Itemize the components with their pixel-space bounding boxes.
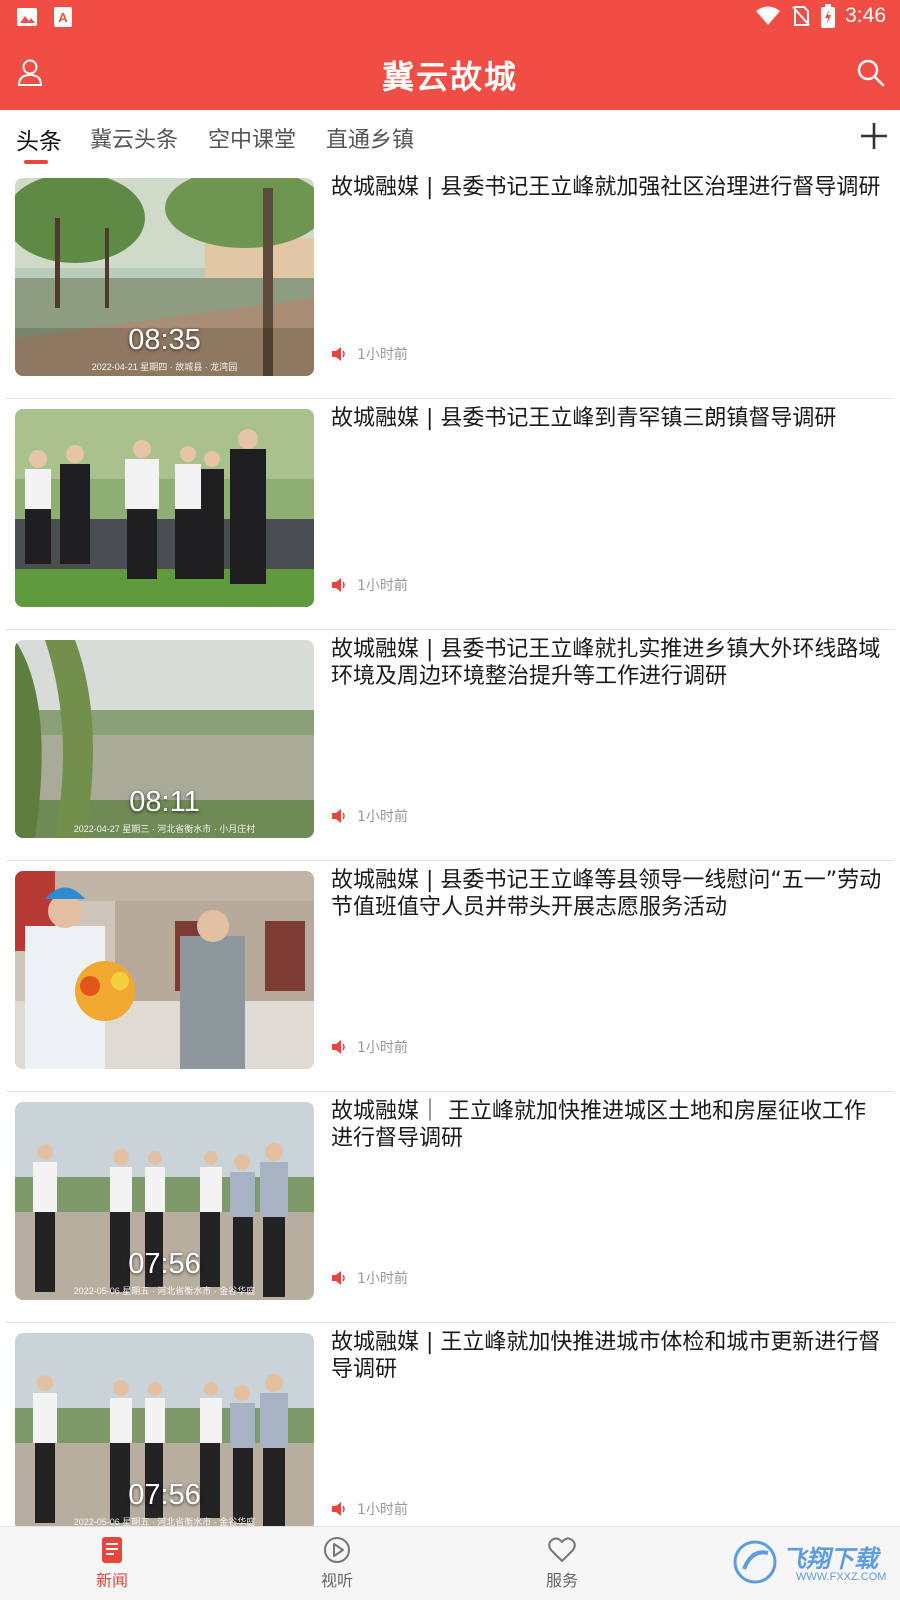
plus-icon[interactable] [856, 118, 892, 154]
channel-tabs: 头条 冀云头条 空中课堂 直通乡镇 [0, 110, 900, 168]
video-duration: 07:56 [128, 1248, 201, 1280]
nav-services[interactable]: 服务 [522, 1535, 602, 1591]
video-duration: 07:56 [128, 1479, 201, 1511]
news-thumbnail[interactable] [15, 871, 314, 1069]
news-time: 1小时前 [357, 578, 408, 594]
news-icon [102, 1537, 122, 1563]
news-time: 1小时前 [357, 1271, 408, 1287]
wifi-icon [756, 6, 781, 25]
speaker-icon[interactable] [331, 1039, 347, 1055]
tab-air-classroom[interactable]: 空中课堂 [208, 122, 296, 154]
watermark-logo-icon [733, 1540, 777, 1584]
news-item[interactable]: 07:56 2022-05-06 星期五 · 河北省衡水市 · 金谷华庭 故城融… [6, 1323, 894, 1526]
news-title[interactable]: 故城融媒 | 县委书记王立峰等县领导一线慰问“五一”劳动节值班值守人员并带头开展… [331, 867, 886, 921]
site-watermark: 飞翔下载 WWW.FXXZ.COM [732, 1533, 892, 1593]
watermark-url: WWW.FXXZ.COM [796, 1571, 887, 1583]
news-title[interactable]: 故城融媒 | 县委书记王立峰就加强社区治理进行督导调研 [331, 174, 886, 201]
status-left-icons: A [16, 6, 74, 28]
bottom-navigation: 新闻 视听 服务 飞翔下载 WWW.FXXZ.COM [0, 1526, 900, 1600]
search-icon[interactable] [854, 56, 886, 88]
news-item[interactable]: 故城融媒 | 县委书记王立峰等县领导一线慰问“五一”劳动节值班值守人员并带头开展… [6, 861, 894, 1092]
active-tab-indicator [24, 160, 48, 164]
news-title[interactable]: 故城融媒 | 县委书记王立峰到青罕镇三朗镇督导调研 [331, 405, 886, 432]
speaker-icon[interactable] [331, 1501, 347, 1517]
news-time: 1小时前 [357, 347, 408, 363]
app-header: 冀云故城 [0, 36, 900, 110]
news-meta: 1小时前 [331, 806, 408, 826]
nav-media-label: 视听 [320, 1571, 353, 1590]
tab-headlines[interactable]: 头条 [16, 122, 62, 156]
video-watermark: 2022-04-27 星期三 · 河北省衡水市 · 小月庄村 [73, 824, 256, 834]
nav-media[interactable]: 视听 [297, 1535, 377, 1591]
app-title: 冀云故城 [381, 58, 518, 96]
watermark-text: 飞翔下载 [782, 1545, 878, 1573]
status-bar: A 3:46 [0, 0, 900, 36]
image-icon [17, 8, 37, 26]
video-watermark: 2022-05-06 星期五 · 河北省衡水市 · 金谷华庭 [73, 1517, 256, 1526]
news-item[interactable]: 07:56 2022-05-06 星期五 · 河北省衡水市 · 金谷华庭 故城融… [6, 1092, 894, 1323]
video-duration: 08:11 [129, 786, 200, 818]
news-list: 08:35 2022-04-21 星期四 · 故城县 · 龙湾园 故城融媒 | … [0, 168, 900, 1526]
video-duration: 08:35 [128, 324, 201, 356]
speaker-icon[interactable] [331, 1270, 347, 1286]
svg-text:A: A [58, 10, 68, 25]
nav-news[interactable]: 新闻 [72, 1535, 152, 1591]
speaker-icon[interactable] [331, 808, 347, 824]
news-thumbnail[interactable] [15, 409, 314, 607]
news-title[interactable]: 故城融媒｜ 王立峰就加快推进城区土地和房屋征收工作进行督导调研 [331, 1098, 886, 1152]
tab-jiyun-headlines[interactable]: 冀云头条 [90, 122, 178, 154]
no-sim-icon [792, 6, 810, 26]
app-a-icon: A [54, 7, 72, 27]
news-thumbnail[interactable]: 07:56 2022-05-06 星期五 · 河北省衡水市 · 金谷华庭 [15, 1102, 314, 1300]
video-watermark: 2022-05-06 星期五 · 河北省衡水市 · 金谷华庭 [73, 1286, 256, 1296]
battery-charging-icon [821, 4, 836, 28]
speaker-icon[interactable] [331, 346, 347, 362]
news-meta: 1小时前 [331, 1268, 408, 1288]
thumbnail-image [15, 871, 314, 1069]
news-item[interactable]: 故城融媒 | 县委书记王立峰到青罕镇三朗镇督导调研 1小时前 [6, 399, 894, 630]
news-thumbnail[interactable]: 08:35 2022-04-21 星期四 · 故城县 · 龙湾园 [15, 178, 314, 376]
news-title[interactable]: 故城融媒 | 县委书记王立峰就扎实推进乡镇大外环线路域环境及周边环境整治提升等工… [331, 636, 886, 690]
play-icon [324, 1537, 350, 1563]
news-meta: 1小时前 [331, 1037, 408, 1057]
news-item[interactable]: 08:35 2022-04-21 星期四 · 故城县 · 龙湾园 故城融媒 | … [6, 168, 894, 399]
news-thumbnail[interactable]: 07:56 2022-05-06 星期五 · 河北省衡水市 · 金谷华庭 [15, 1333, 314, 1526]
video-watermark: 2022-04-21 星期四 · 故城县 · 龙湾园 [91, 362, 238, 372]
tab-townships[interactable]: 直通乡镇 [326, 122, 414, 154]
news-meta: 1小时前 [331, 344, 408, 364]
heart-icon [548, 1537, 576, 1562]
status-time: 3:46 [845, 4, 886, 27]
news-time: 1小时前 [357, 1040, 408, 1056]
news-meta: 1小时前 [331, 1499, 408, 1519]
nav-services-label: 服务 [545, 1571, 578, 1590]
news-title[interactable]: 故城融媒 | 王立峰就加快推进城市体检和城市更新进行督导调研 [331, 1329, 886, 1383]
status-right: 3:46 [755, 4, 886, 28]
news-item[interactable]: 08:11 2022-04-27 星期三 · 河北省衡水市 · 小月庄村 故城融… [6, 630, 894, 861]
thumbnail-image [15, 409, 314, 607]
nav-news-label: 新闻 [95, 1571, 128, 1590]
news-time: 1小时前 [357, 1502, 408, 1518]
news-meta: 1小时前 [331, 575, 408, 595]
news-thumbnail[interactable]: 08:11 2022-04-27 星期三 · 河北省衡水市 · 小月庄村 [15, 640, 314, 838]
news-time: 1小时前 [357, 809, 408, 825]
speaker-icon[interactable] [331, 577, 347, 593]
